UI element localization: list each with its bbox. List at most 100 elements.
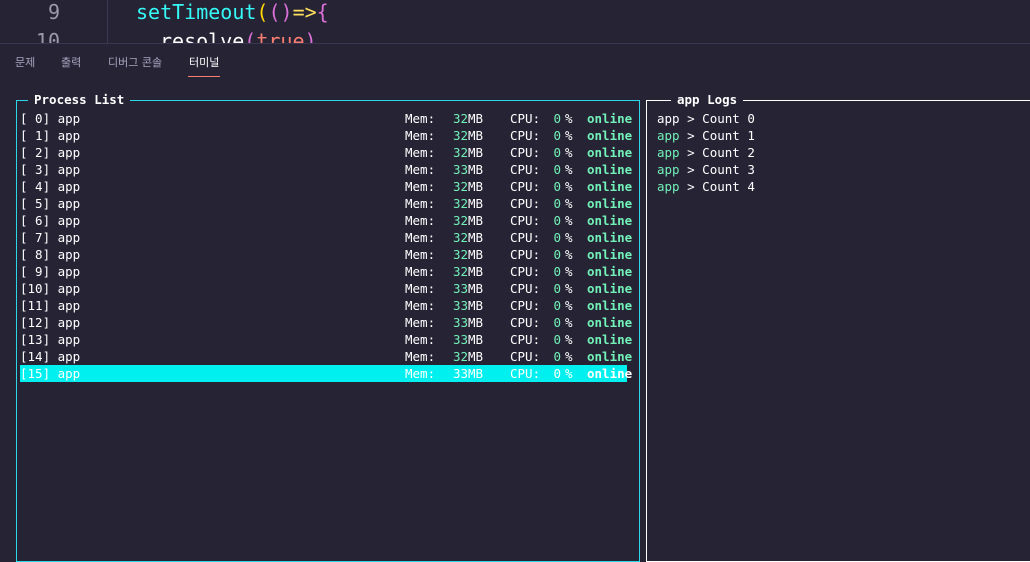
process-row[interactable]: [ 7] app Mem: 32 MB CPU: 0% online: [20, 229, 632, 246]
log-line: app > Count 1: [657, 127, 755, 144]
cpu-value: 0: [553, 213, 561, 228]
mem-value: 33: [452, 281, 468, 296]
code-token: ): [304, 29, 317, 43]
tab-debug-console[interactable]: 디버그 콘솔: [108, 54, 162, 70]
cpu-unit: %: [565, 145, 573, 160]
tab-terminal[interactable]: 터미널: [187, 54, 221, 77]
process-row[interactable]: [ 2] app Mem: 32 MB CPU: 0% online: [20, 144, 632, 161]
logs-box[interactable]: app Logs app > Count 0 app > Count 1 app >…: [646, 92, 1030, 562]
cpu-label: CPU:: [510, 298, 541, 313]
cpu-unit: %: [565, 366, 573, 381]
mem-label: Mem:: [405, 315, 436, 330]
cpu-value: 0: [553, 162, 561, 177]
mem-unit: MB: [468, 247, 484, 262]
mem-unit: MB: [468, 179, 484, 194]
status-text: online: [587, 264, 633, 279]
cpu-label: CPU:: [510, 111, 541, 126]
process-row[interactable]: [10] app Mem: 33 MB CPU: 0% online: [20, 280, 632, 297]
editor-line[interactable]: 10 resolve(true): [0, 29, 1030, 43]
mem-label: Mem:: [405, 298, 436, 313]
cpu-label: CPU:: [510, 230, 541, 245]
line-number: 10: [35, 29, 60, 43]
log-source: app: [657, 162, 680, 177]
log-arrow: >: [687, 179, 695, 194]
mem-label: Mem:: [405, 145, 436, 160]
cpu-unit: %: [565, 332, 573, 347]
process-name: [ 7] app: [20, 230, 81, 245]
tab-problems[interactable]: 문제: [15, 54, 35, 70]
process-row[interactable]: [12] app Mem: 33 MB CPU: 0% online: [20, 314, 632, 331]
process-row[interactable]: [ 4] app Mem: 32 MB CPU: 0% online: [20, 178, 632, 195]
mem-label: Mem:: [405, 128, 436, 143]
process-row[interactable]: [ 9] app Mem: 32 MB CPU: 0% online: [20, 263, 632, 280]
process-row[interactable]: [ 3] app Mem: 33 MB CPU: 0% online: [20, 161, 632, 178]
process-row[interactable]: [13] app Mem: 33 MB CPU: 0% online: [20, 331, 632, 348]
cpu-label: CPU:: [510, 247, 541, 262]
process-row[interactable]: [11] app Mem: 33 MB CPU: 0% online: [20, 297, 632, 314]
cpu-unit: %: [565, 213, 573, 228]
cpu-unit: %: [565, 281, 573, 296]
log-message: Count 3: [702, 162, 755, 177]
mem-unit: MB: [468, 281, 484, 296]
cpu-label: CPU:: [510, 162, 541, 177]
mem-value: 32: [452, 230, 468, 245]
cpu-unit: %: [565, 230, 573, 245]
mem-value: 32: [452, 264, 468, 279]
cpu-value: 0: [553, 366, 561, 381]
cpu-value: 0: [553, 349, 561, 364]
code-text: setTimeout(()=>{: [136, 0, 329, 24]
process-row[interactable]: [15] app Mem: 33 MB CPU: 0% online: [20, 365, 632, 382]
status-text: online: [587, 145, 633, 160]
mem-unit: MB: [468, 298, 484, 313]
status-text: online: [587, 281, 633, 296]
cpu-value: 0: [553, 298, 561, 313]
cpu-value: 0: [553, 145, 561, 160]
code-token: (: [244, 29, 257, 43]
mem-label: Mem:: [405, 366, 436, 381]
log-line: app > Count 3: [657, 161, 755, 178]
code-text: resolve(true): [160, 29, 317, 43]
editor-line[interactable]: 9 setTimeout(()=>{: [0, 0, 1030, 28]
mem-unit: MB: [468, 366, 484, 381]
cpu-unit: %: [565, 247, 573, 262]
log-arrow: >: [687, 162, 695, 177]
cpu-label: CPU:: [510, 366, 541, 381]
tab-output[interactable]: 출력: [61, 54, 81, 70]
cpu-unit: %: [565, 162, 573, 177]
process-row[interactable]: [ 8] app Mem: 32 MB CPU: 0% online: [20, 246, 632, 263]
code-token: (: [256, 0, 269, 24]
mem-label: Mem:: [405, 281, 436, 296]
process-name: [14] app: [20, 349, 81, 364]
process-row[interactable]: [ 5] app Mem: 32 MB CPU: 0% online: [20, 195, 632, 212]
process-name: [ 1] app: [20, 128, 81, 143]
mem-label: Mem:: [405, 264, 436, 279]
mem-value: 32: [452, 213, 468, 228]
mem-label: Mem:: [405, 230, 436, 245]
log-message: Count 0: [702, 111, 755, 126]
log-source: app: [657, 179, 680, 194]
process-name: [15] app: [20, 366, 81, 381]
process-row[interactable]: [ 0] app Mem: 32 MB CPU: 0% online: [20, 110, 632, 127]
process-list-box[interactable]: Process List [ 0] app Mem: 32 MB CPU: 0% onlin…: [16, 92, 640, 562]
cpu-value: 0: [553, 111, 561, 126]
cpu-value: 0: [553, 264, 561, 279]
process-name: [11] app: [20, 298, 81, 313]
log-arrow: >: [687, 145, 695, 160]
cpu-label: CPU:: [510, 315, 541, 330]
mem-value: 32: [452, 349, 468, 364]
process-row[interactable]: [14] app Mem: 32 MB CPU: 0% online: [20, 348, 632, 365]
log-message: Count 2: [702, 145, 755, 160]
process-row[interactable]: [ 1] app Mem: 32 MB CPU: 0% online: [20, 127, 632, 144]
cpu-label: CPU:: [510, 128, 541, 143]
code-editor[interactable]: 9 setTimeout(()=>{ 10 resolve(true): [0, 0, 1030, 43]
cpu-label: CPU:: [510, 281, 541, 296]
process-name: [ 2] app: [20, 145, 81, 160]
mem-value: 33: [452, 366, 468, 381]
cpu-label: CPU:: [510, 196, 541, 211]
process-row[interactable]: [ 6] app Mem: 32 MB CPU: 0% online: [20, 212, 632, 229]
mem-unit: MB: [468, 213, 484, 228]
mem-unit: MB: [468, 196, 484, 211]
cpu-unit: %: [565, 128, 573, 143]
process-name: [ 8] app: [20, 247, 81, 262]
log-line: app > Count 2: [657, 144, 755, 161]
